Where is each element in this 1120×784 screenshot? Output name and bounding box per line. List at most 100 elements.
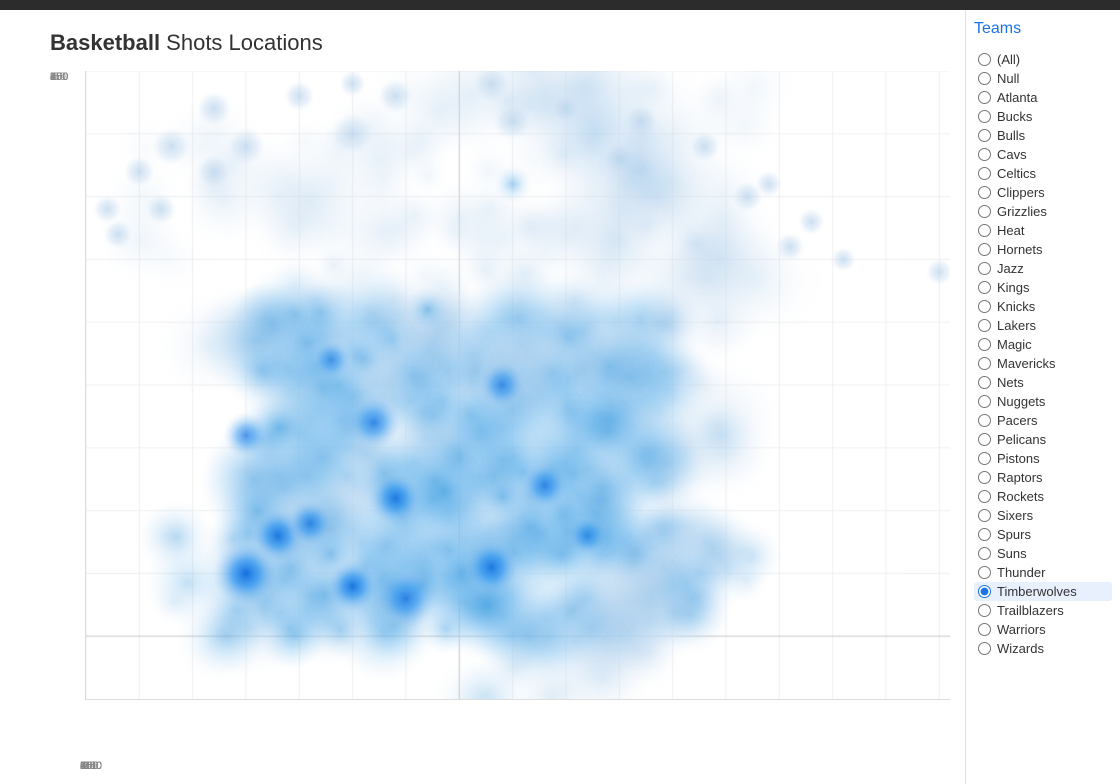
team-item-bulls[interactable]: Bulls: [974, 126, 1112, 145]
team-radio-atlanta[interactable]: [978, 91, 991, 104]
team-item-clippers[interactable]: Clippers: [974, 183, 1112, 202]
team-label-sixers: Sixers: [997, 508, 1033, 523]
team-label-pelicans: Pelicans: [997, 432, 1046, 447]
team-radio-hornets[interactable]: [978, 243, 991, 256]
plot-area: [85, 71, 950, 700]
team-label-grizzlies: Grizzlies: [997, 204, 1047, 219]
team-label-pacers: Pacers: [997, 413, 1037, 428]
team-item-hornets[interactable]: Hornets: [974, 240, 1112, 259]
team-label-pistons: Pistons: [997, 451, 1040, 466]
team-radio-knicks[interactable]: [978, 300, 991, 313]
team-radio-suns[interactable]: [978, 547, 991, 560]
team-label-raptors: Raptors: [997, 470, 1043, 485]
team-label-lakers: Lakers: [997, 318, 1036, 333]
team-label-mavericks: Mavericks: [997, 356, 1056, 371]
team-label-suns: Suns: [997, 546, 1027, 561]
team-label-timberwolves: Timberwolves: [997, 584, 1077, 599]
team-radio-pistons[interactable]: [978, 452, 991, 465]
team-label-spurs: Spurs: [997, 527, 1031, 542]
team-radio-heat[interactable]: [978, 224, 991, 237]
team-radio-bucks[interactable]: [978, 110, 991, 123]
team-label-heat: Heat: [997, 223, 1024, 238]
team-radio-nets[interactable]: [978, 376, 991, 389]
team-radio-sixers[interactable]: [978, 509, 991, 522]
team-item-knicks[interactable]: Knicks: [974, 297, 1112, 316]
team-label-celtics: Celtics: [997, 166, 1036, 181]
team-label-clippers: Clippers: [997, 185, 1045, 200]
team-radio-timberwolves[interactable]: [978, 585, 991, 598]
team-label-atlanta: Atlanta: [997, 90, 1037, 105]
main-content: Basketball Shots Locations 450 400 350 3…: [0, 10, 1120, 784]
team-item-magic[interactable]: Magic: [974, 335, 1112, 354]
team-label-warriors: Warriors: [997, 622, 1046, 637]
team-item-trailblazers[interactable]: Trailblazers: [974, 601, 1112, 620]
y-label-neg50: -50: [50, 71, 66, 83]
team-item-kings[interactable]: Kings: [974, 278, 1112, 297]
team-item-lakers[interactable]: Lakers: [974, 316, 1112, 335]
chart-title: Basketball Shots Locations: [50, 30, 955, 56]
team-item-bucks[interactable]: Bucks: [974, 107, 1112, 126]
team-item-suns[interactable]: Suns: [974, 544, 1112, 563]
team-radio-null[interactable]: [978, 72, 991, 85]
team-item-spurs[interactable]: Spurs: [974, 525, 1112, 544]
team-label-magic: Magic: [997, 337, 1032, 352]
team-radio-spurs[interactable]: [978, 528, 991, 541]
team-label-hornets: Hornets: [997, 242, 1043, 257]
team-item-nets[interactable]: Nets: [974, 373, 1112, 392]
team-radio-raptors[interactable]: [978, 471, 991, 484]
team-radio-magic[interactable]: [978, 338, 991, 351]
team-item-wizards[interactable]: Wizards: [974, 639, 1112, 658]
team-item-pistons[interactable]: Pistons: [974, 449, 1112, 468]
team-label-rockets: Rockets: [997, 489, 1044, 504]
team-radio-rockets[interactable]: [978, 490, 991, 503]
team-list: (All) Null Atlanta Bucks BullsCavs Celtics Cli…: [974, 50, 1112, 658]
team-item-pacers[interactable]: Pacers: [974, 411, 1112, 430]
team-label-bucks: Bucks: [997, 109, 1032, 124]
team-item-raptors[interactable]: Raptors: [974, 468, 1112, 487]
team-item-atlanta[interactable]: Atlanta: [974, 88, 1112, 107]
x-label-450: 450: [80, 760, 98, 772]
team-label-null: Null: [997, 71, 1019, 86]
team-item-grizzlies[interactable]: Grizzlies: [974, 202, 1112, 221]
team-radio-pelicans[interactable]: [978, 433, 991, 446]
team-radio-cavs[interactable]: [978, 148, 991, 161]
team-radio-celtics[interactable]: [978, 167, 991, 180]
team-radio-lakers[interactable]: [978, 319, 991, 332]
team-item-pelicans[interactable]: Pelicans: [974, 430, 1112, 449]
team-item-mavericks[interactable]: Mavericks: [974, 354, 1112, 373]
team-radio-kings[interactable]: [978, 281, 991, 294]
chart-area: Basketball Shots Locations 450 400 350 3…: [0, 10, 965, 784]
team-radio-thunder[interactable]: [978, 566, 991, 579]
team-label-knicks: Knicks: [997, 299, 1035, 314]
heatmap-canvas: [86, 71, 950, 699]
team-item-thunder[interactable]: Thunder: [974, 563, 1112, 582]
team-radio-(all)[interactable]: [978, 53, 991, 66]
team-item-nuggets[interactable]: Nuggets: [974, 392, 1112, 411]
team-label-(all): (All): [997, 52, 1020, 67]
team-radio-jazz[interactable]: [978, 262, 991, 275]
team-item--all-[interactable]: (All): [974, 50, 1112, 69]
team-radio-wizards[interactable]: [978, 642, 991, 655]
team-label-wizards: Wizards: [997, 641, 1044, 656]
team-item-jazz[interactable]: Jazz: [974, 259, 1112, 278]
team-radio-grizzlies[interactable]: [978, 205, 991, 218]
team-radio-warriors[interactable]: [978, 623, 991, 636]
team-item-celtics[interactable]: Celtics: [974, 164, 1112, 183]
team-item-sixers[interactable]: Sixers: [974, 506, 1112, 525]
team-radio-nuggets[interactable]: [978, 395, 991, 408]
team-item-timberwolves[interactable]: Timberwolves: [974, 582, 1112, 601]
team-radio-pacers[interactable]: [978, 414, 991, 427]
sidebar: Teams (All) Null Atlanta Bucks BullsCavs Celt…: [965, 10, 1120, 784]
team-radio-trailblazers[interactable]: [978, 604, 991, 617]
sidebar-title: Teams: [974, 20, 1112, 42]
team-item-heat[interactable]: Heat: [974, 221, 1112, 240]
team-label-nuggets: Nuggets: [997, 394, 1045, 409]
team-item-cavs[interactable]: Cavs: [974, 145, 1112, 164]
team-item-warriors[interactable]: Warriors: [974, 620, 1112, 639]
team-item-rockets[interactable]: Rockets: [974, 487, 1112, 506]
team-radio-mavericks[interactable]: [978, 357, 991, 370]
top-bar: [0, 0, 1120, 10]
team-item-null[interactable]: Null: [974, 69, 1112, 88]
team-radio-bulls[interactable]: [978, 129, 991, 142]
team-radio-clippers[interactable]: [978, 186, 991, 199]
